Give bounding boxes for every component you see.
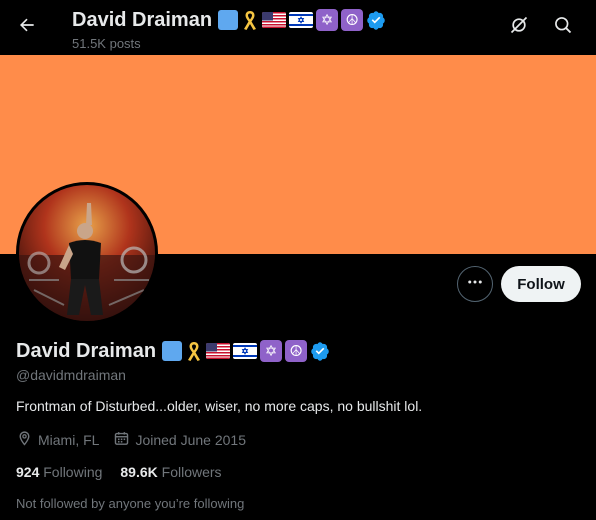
joined-text: Joined June 2015 [135, 432, 246, 448]
profile-emoji-row: ✡ ☮ [162, 340, 333, 362]
grok-slash-icon [509, 15, 529, 40]
followers-count: 89.6K [120, 464, 158, 480]
profile-meta-row: Miami, FL Joined June 2015 [16, 430, 260, 450]
star-of-david-emoji-icon: ✡ [260, 340, 283, 362]
profile-bio: Frontman of Disturbed...older, wiser, no… [16, 398, 423, 414]
peace-symbol-emoji-icon: ☮ [285, 340, 308, 362]
verified-badge-icon [366, 10, 386, 30]
location-item: Miami, FL [16, 430, 99, 450]
profile-name-row: David Draiman ✡ ☮ [16, 338, 333, 364]
back-arrow-icon [17, 15, 37, 40]
location-text: Miami, FL [38, 432, 100, 448]
location-icon [16, 430, 38, 450]
top-bar: David Draiman ✡ ☮ 51.5K posts [0, 0, 596, 55]
more-dots-icon [466, 273, 484, 296]
profile-name: David Draiman [16, 339, 157, 362]
blue-square-emoji-icon [218, 10, 239, 30]
yellow-ribbon-emoji-icon [241, 9, 259, 31]
joined-item: Joined June 2015 [113, 430, 246, 450]
following-label: Following [43, 464, 103, 480]
verified-badge-icon[interactable] [310, 341, 330, 361]
israel-flag-emoji-icon [289, 12, 314, 28]
peace-symbol-emoji-icon: ☮ [341, 9, 364, 31]
search-icon [553, 15, 573, 40]
followers-label: Followers [161, 464, 222, 480]
header-name: David Draiman [72, 8, 213, 31]
profile-handle: @davidmdraiman [16, 367, 126, 383]
back-button[interactable] [10, 10, 44, 44]
calendar-icon [113, 430, 135, 450]
following-count: 924 [16, 464, 40, 480]
more-options-button[interactable] [457, 266, 493, 302]
followers-link[interactable]: 89.6K Followers [120, 464, 221, 480]
follow-button[interactable]: Follow [501, 266, 581, 302]
us-flag-emoji-icon [206, 343, 231, 359]
yellow-ribbon-emoji-icon [185, 340, 203, 362]
blue-square-emoji-icon [162, 341, 183, 361]
header-name-row: David Draiman ✡ ☮ [72, 8, 389, 32]
mutual-followers-note: Not followed by anyone you’re following [16, 496, 245, 511]
grok-button[interactable] [502, 10, 536, 44]
header-emoji-row: ✡ ☮ [218, 9, 389, 31]
profile-avatar[interactable] [16, 182, 158, 324]
header-post-count: 51.5K posts [72, 36, 141, 51]
star-of-david-emoji-icon: ✡ [316, 9, 339, 31]
israel-flag-emoji-icon [233, 343, 258, 359]
search-button[interactable] [546, 10, 580, 44]
following-link[interactable]: 924 Following [16, 464, 102, 480]
us-flag-emoji-icon [262, 12, 287, 28]
follow-stats: 924 Following 89.6K Followers [16, 464, 240, 480]
